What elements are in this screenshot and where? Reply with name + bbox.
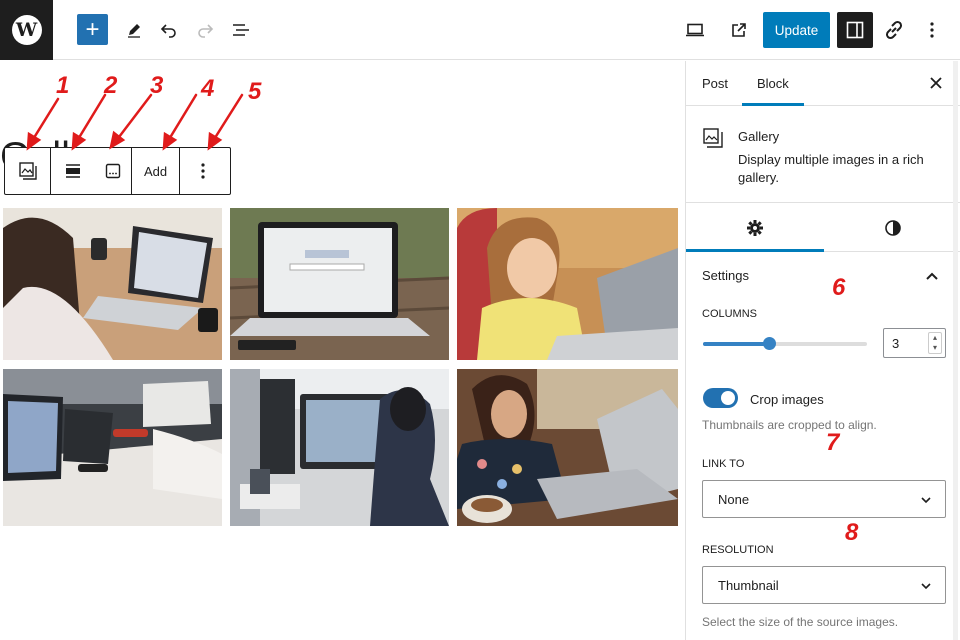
- crop-images-toggle[interactable]: [703, 388, 738, 408]
- toggle-knob: [721, 391, 735, 405]
- chevron-down-icon: [921, 497, 931, 504]
- add-block-button[interactable]: +: [77, 14, 108, 45]
- gear-icon: [747, 220, 763, 236]
- tab-block[interactable]: Block: [757, 61, 789, 106]
- resolution-select[interactable]: Thumbnail: [702, 566, 946, 604]
- columns-slider-thumb[interactable]: [763, 337, 776, 350]
- undo-icon: [160, 24, 176, 38]
- more-vertical-icon: [930, 22, 934, 38]
- annotation-number: 2: [104, 72, 118, 99]
- edit-tools-button[interactable]: [122, 13, 146, 47]
- resolution-label: RESOLUTION: [702, 544, 774, 556]
- columns-number-input[interactable]: 3 ▴ ▾: [883, 328, 946, 358]
- tab-settings[interactable]: [686, 204, 824, 252]
- options-menu-button[interactable]: [922, 13, 942, 47]
- annotation-number: 3: [150, 72, 164, 99]
- link-to-value: None: [718, 491, 750, 507]
- redo-icon: [198, 24, 214, 38]
- editor-header: W + Update: [0, 0, 960, 60]
- link-to-select[interactable]: None: [702, 480, 946, 518]
- number-spinner[interactable]: ▴ ▾: [928, 332, 942, 354]
- document-overview-button[interactable]: [229, 13, 253, 47]
- laptop-icon: [686, 23, 704, 37]
- crop-images-label: Crop images: [750, 392, 824, 407]
- wordpress-logo[interactable]: W: [0, 0, 53, 60]
- settings-sidebar: Post Block Gallery Display multiple imag…: [685, 61, 960, 640]
- list-view-icon: [233, 24, 249, 36]
- annotation-number: 5: [248, 78, 262, 105]
- external-link-icon: [732, 23, 746, 37]
- columns-label: COLUMNS: [702, 308, 758, 320]
- settings-sidebar-toggle[interactable]: [837, 12, 873, 48]
- annotation-number: 1: [56, 72, 70, 99]
- annotation-arrows: [26, 93, 244, 151]
- block-card: Gallery Display multiple images in a ric…: [686, 107, 960, 203]
- close-icon[interactable]: [926, 73, 946, 93]
- annotation-number: 4: [201, 75, 215, 102]
- block-card-description: Display multiple images in a rich galler…: [738, 152, 924, 185]
- columns-slider-fill: [703, 342, 769, 346]
- annotation-number: 7: [826, 429, 840, 456]
- tab-post[interactable]: Post: [702, 61, 728, 106]
- sidebar-scrollbar[interactable]: [951, 61, 960, 640]
- active-style-tab-indicator: [686, 249, 824, 252]
- sidebar-icon: [846, 21, 864, 39]
- resolution-value: Thumbnail: [718, 577, 779, 593]
- pencil-icon: [128, 24, 140, 38]
- active-tab-indicator: [742, 103, 804, 106]
- gallery-block-icon: [703, 128, 723, 148]
- sidebar-tabs: Post Block: [686, 61, 960, 106]
- columns-value: 3: [892, 335, 900, 351]
- redo-button[interactable]: [193, 13, 217, 47]
- view-post-button[interactable]: [726, 13, 752, 47]
- resolution-help: Select the size of the source images.: [702, 615, 899, 629]
- settings-panel-title[interactable]: Settings: [702, 268, 749, 283]
- tab-styles[interactable]: [824, 204, 960, 252]
- update-button[interactable]: Update: [763, 12, 830, 48]
- chevron-up-icon[interactable]: [924, 268, 940, 284]
- wordpress-w-icon: W: [11, 15, 42, 45]
- contrast-icon: [884, 220, 901, 236]
- undo-button[interactable]: [157, 13, 181, 47]
- annotation-number: 8: [845, 519, 859, 546]
- link-to-label: LINK TO: [702, 458, 745, 470]
- link-plugin-button[interactable]: [880, 13, 908, 47]
- link-icon: [885, 20, 903, 40]
- crop-images-help: Thumbnails are cropped to align.: [702, 418, 877, 432]
- settings-style-tabs: [686, 204, 960, 252]
- annotation-number: 6: [832, 274, 846, 301]
- block-card-title: Gallery: [738, 129, 780, 144]
- chevron-down-icon: [921, 583, 931, 590]
- columns-slider[interactable]: [703, 337, 867, 350]
- preview-button[interactable]: [682, 13, 708, 47]
